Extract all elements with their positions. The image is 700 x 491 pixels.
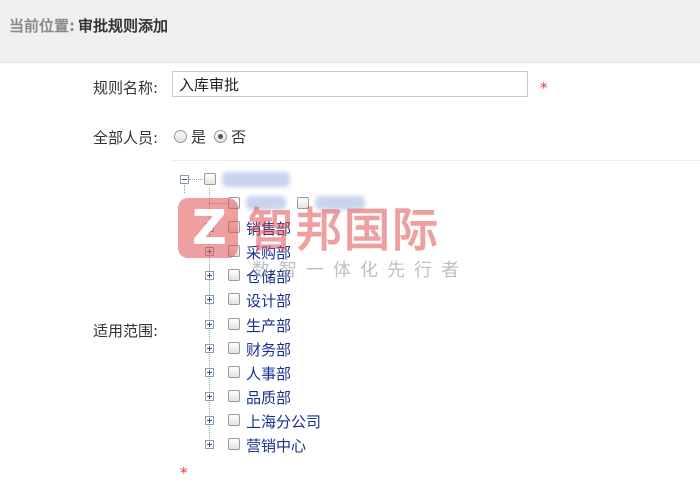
required-mark: *	[540, 79, 548, 97]
tree-expand-icon[interactable]	[205, 271, 214, 280]
tree-node-checkbox[interactable]	[228, 293, 240, 305]
tree-node-checkbox[interactable]	[228, 438, 240, 450]
all-personnel-radio-group: 是 否	[174, 126, 254, 147]
scope-label: 适用范围:	[92, 322, 158, 340]
tree-node-checkbox[interactable]	[228, 390, 240, 402]
tree-expand-icon[interactable]	[205, 440, 214, 449]
radio-yes[interactable]	[174, 130, 187, 143]
tree-node-checkbox[interactable]	[228, 269, 240, 281]
tree-node-checkbox[interactable]	[228, 245, 240, 257]
tree-node-label[interactable]: 品质部	[246, 387, 291, 408]
tree-child-checkbox[interactable]	[297, 197, 309, 209]
tree-child-checkbox[interactable]	[228, 197, 240, 209]
tree-node-label[interactable]: 上海分公司	[246, 411, 321, 432]
tree-node-label[interactable]: 人事部	[246, 363, 291, 384]
tree-node-checkbox[interactable]	[228, 414, 240, 426]
tree-expand-icon[interactable]	[205, 223, 214, 232]
tree-child-label-redacted	[246, 196, 286, 210]
radio-no[interactable]	[214, 130, 228, 143]
breadcrumb-prefix: 当前位置:	[9, 17, 75, 35]
tree-node-checkbox[interactable]	[228, 366, 240, 378]
radio-no-label[interactable]: 否	[231, 126, 246, 147]
breadcrumb: 当前位置: 审批规则添加	[9, 15, 168, 36]
tree-expand-icon[interactable]	[205, 416, 214, 425]
radio-yes-label[interactable]: 是	[191, 126, 206, 147]
tree-root-collapse-icon[interactable]	[180, 175, 189, 184]
required-mark: *	[180, 464, 188, 482]
tree-node-label[interactable]: 仓储部	[246, 266, 291, 287]
tree-node-label[interactable]: 生产部	[246, 315, 291, 336]
rule-name-input[interactable]	[172, 71, 528, 97]
tree-expand-icon[interactable]	[205, 295, 214, 304]
tree-expand-icon[interactable]	[205, 392, 214, 401]
rule-name-label: 规则名称:	[92, 79, 158, 97]
tree-node-checkbox[interactable]	[228, 342, 240, 354]
tree-node-label[interactable]: 采购部	[246, 242, 291, 263]
tree-node-label[interactable]: 销售部	[246, 218, 291, 239]
page-header: 当前位置: 审批规则添加	[0, 0, 700, 63]
tree-expand-icon[interactable]	[205, 368, 214, 377]
tree-expand-icon[interactable]	[205, 320, 214, 329]
tree-connector	[209, 203, 227, 204]
all-personnel-label: 全部人员:	[92, 129, 158, 147]
tree-child-label-redacted	[315, 196, 365, 210]
tree-node-label[interactable]: 设计部	[246, 290, 291, 311]
tree-root-checkbox[interactable]	[204, 173, 216, 185]
breadcrumb-current: 审批规则添加	[78, 17, 169, 35]
tree-node-label[interactable]: 营销中心	[246, 435, 306, 456]
tree-expand-icon[interactable]	[205, 247, 214, 256]
tree-root-label-redacted	[222, 172, 290, 187]
tree-node-checkbox[interactable]	[228, 318, 240, 330]
tree-node-checkbox[interactable]	[228, 221, 240, 233]
tree-expand-icon[interactable]	[205, 344, 214, 353]
tree-connector	[184, 185, 185, 193]
tree-node-label[interactable]: 财务部	[246, 339, 291, 360]
tree-connector	[189, 179, 203, 180]
divider	[172, 160, 700, 161]
